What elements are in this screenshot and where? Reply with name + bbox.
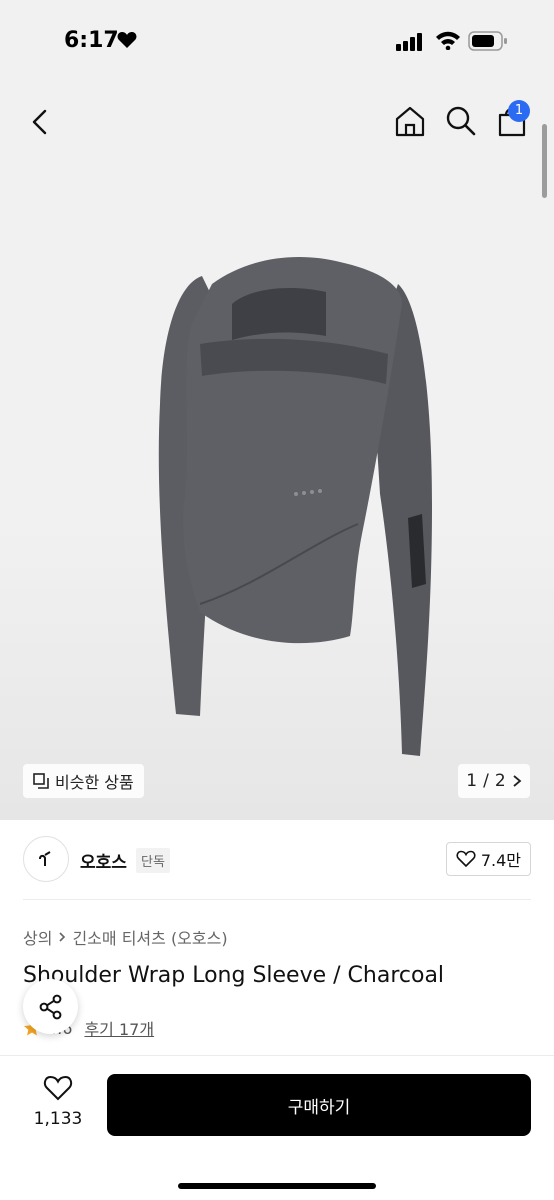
share-button[interactable] [23, 979, 78, 1034]
cart-count-badge: 1 [508, 100, 530, 122]
status-time: 6:17 [64, 28, 119, 53]
page-indicator[interactable]: 1 / 2 [458, 764, 530, 798]
search-icon[interactable] [443, 103, 479, 139]
brand-logo-icon [39, 851, 51, 866]
reviews-link[interactable]: 후기 17개 [84, 1016, 154, 1040]
product-title: Shoulder Wrap Long Sleeve / Charcoal [23, 963, 445, 988]
page-separator: / [483, 771, 489, 791]
heart-status-icon [117, 32, 137, 48]
wishlist-count: 1,133 [33, 1109, 83, 1129]
breadcrumb-subcategory[interactable]: 긴소매 티셔츠 (오호스) [72, 925, 227, 949]
share-icon [39, 994, 61, 1019]
similar-products-button[interactable]: 비슷한 상품 [23, 764, 144, 798]
brand-like-button[interactable]: 7.4만 [445, 842, 531, 876]
copy-icon [33, 773, 49, 789]
product-image[interactable] [140, 244, 460, 764]
similar-products-label: 비슷한 상품 [55, 773, 134, 792]
brand-name[interactable]: 오호스 [80, 848, 127, 873]
page-current: 1 [466, 771, 478, 791]
scroll-indicator [542, 124, 547, 198]
heart-outline-icon [456, 850, 476, 868]
breadcrumb: 상의 긴소매 티셔츠 (오호스) [23, 925, 228, 949]
battery-icon [468, 31, 507, 51]
status-bar: 6:17 [0, 0, 554, 84]
wifi-icon [436, 31, 460, 50]
breadcrumb-category[interactable]: 상의 [23, 925, 52, 949]
signal-icon [396, 33, 422, 51]
buy-button[interactable]: 구매하기 [107, 1074, 531, 1136]
chevron-right-icon [59, 932, 66, 942]
home-icon[interactable] [392, 103, 428, 139]
wishlist-button[interactable]: 1,133 [30, 1074, 86, 1134]
home-indicator [178, 1183, 376, 1189]
product-gallery[interactable]: 1 비슷한 상품 1 / 2 [0, 84, 554, 820]
brand-row: 오호스 단독 7.4만 [23, 836, 531, 882]
exclusive-badge: 단독 [136, 848, 170, 873]
page-total: 2 [494, 771, 506, 791]
bottom-action-bar: 1,133 구매하기 [0, 1055, 554, 1200]
back-icon[interactable] [24, 106, 56, 138]
divider [23, 899, 531, 900]
brand-logo[interactable] [23, 836, 69, 882]
chevron-right-icon [513, 775, 522, 787]
brand-like-count: 7.4만 [480, 851, 521, 870]
heart-outline-icon [43, 1075, 73, 1101]
